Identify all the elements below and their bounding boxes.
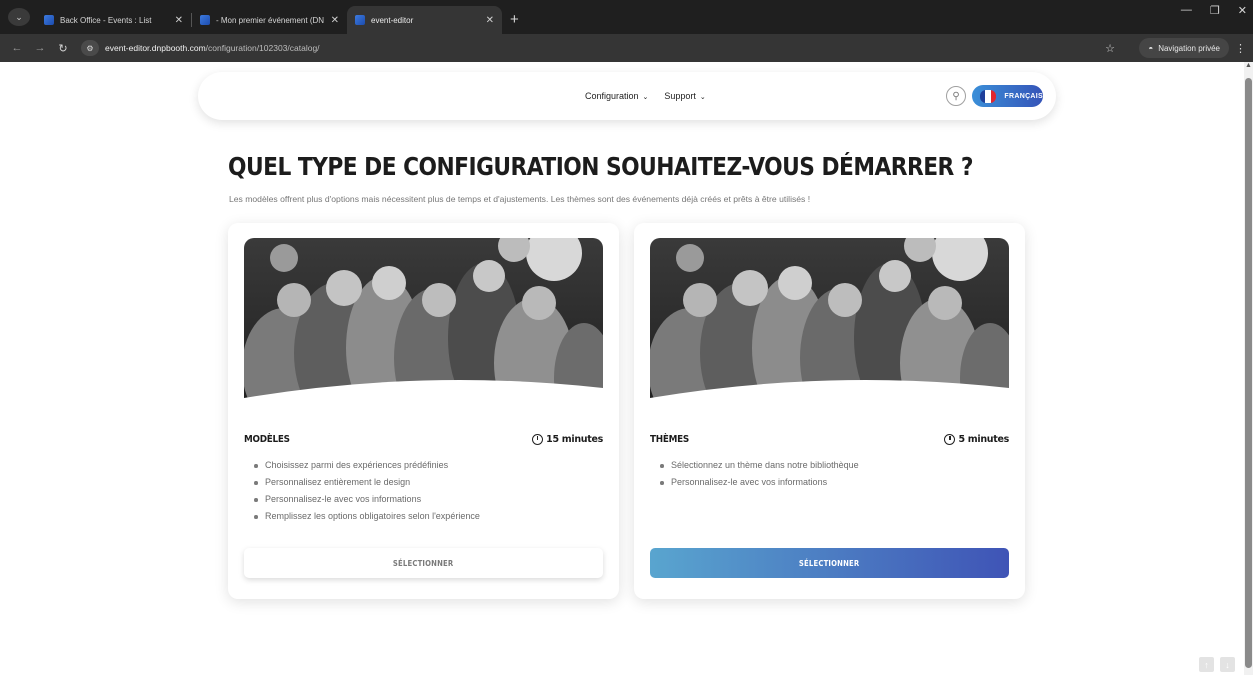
language-selector[interactable]: FRANÇAIS: [972, 85, 1043, 107]
page-title: QUEL TYPE DE CONFIGURATION SOUHAITEZ-VOU…: [228, 152, 973, 181]
nav-item-label: Configuration: [585, 91, 639, 101]
scroll-up-arrow-icon[interactable]: ↑: [1199, 657, 1214, 672]
favicon-icon: [355, 15, 365, 25]
url-field[interactable]: ⚙ event-editor.dnpbooth.com/configuratio…: [81, 37, 1081, 59]
list-item: Personnalisez-le avec vos informations: [252, 491, 480, 508]
tab-search-icon[interactable]: ⌄: [8, 8, 30, 26]
browser-menu-icon[interactable]: ⋮: [1235, 42, 1246, 55]
close-window-icon[interactable]: ✕: [1238, 4, 1247, 17]
browser-tab-bar: ⌄ Back Office - Events : List ✕ - Mon pr…: [0, 0, 1253, 34]
nav-links: Configuration ⌄ Support ⌄: [585, 91, 706, 101]
feature-list: Choisissez parmi des expériences prédéfi…: [252, 457, 480, 525]
private-browsing-badge[interactable]: ◓ Navigation privée: [1139, 38, 1229, 58]
tab-title: event-editor: [371, 15, 414, 25]
timer-icon: [532, 434, 544, 445]
timer-icon: [944, 434, 956, 445]
close-tab-icon[interactable]: ✕: [486, 15, 494, 26]
nav-item-configuration[interactable]: Configuration ⌄: [585, 91, 648, 101]
event-photo: [244, 238, 603, 416]
scroll-up-icon[interactable]: ▲: [1245, 62, 1252, 69]
card-themes: THÈMES 5 minutes Sélectionnez un thème d…: [634, 223, 1025, 599]
window-controls: — ❐ ✕: [1181, 4, 1247, 17]
private-label: Navigation privée: [1158, 43, 1220, 53]
scroll-controls: ↑ ↓: [1199, 657, 1235, 672]
nav-item-support[interactable]: Support ⌄: [664, 91, 705, 101]
browser-tab[interactable]: Back Office - Events : List ✕: [36, 6, 191, 34]
close-tab-icon[interactable]: ✕: [175, 15, 183, 26]
french-flag-icon: [980, 89, 997, 103]
user-account-icon[interactable]: ⚲: [946, 86, 966, 106]
minimize-icon[interactable]: —: [1181, 4, 1192, 17]
scroll-down-arrow-icon[interactable]: ↓: [1220, 657, 1235, 672]
forward-icon[interactable]: →: [34, 42, 46, 54]
url-host: event-editor.dnpbooth.com: [105, 43, 206, 53]
chevron-down-icon: ⌄: [697, 94, 706, 101]
new-tab-button[interactable]: +: [510, 11, 519, 28]
list-item: Personnalisez-le avec vos informations: [658, 474, 859, 491]
page-subtitle: Les modèles offrent plus d'options mais …: [229, 194, 811, 204]
address-bar-row: ← → ↻ ⚙ event-editor.dnpbooth.com/config…: [0, 34, 1253, 62]
duration-text: 15 minutes: [546, 434, 603, 445]
incognito-icon: ◓: [1148, 43, 1154, 53]
button-label: SÉLECTIONNER: [393, 558, 454, 568]
browser-tab-active[interactable]: event-editor ✕: [347, 6, 502, 34]
scrollbar-thumb[interactable]: [1245, 78, 1252, 668]
card-modeles: MODÈLES 15 minutes Choisissez parmi des …: [228, 223, 619, 599]
select-themes-button[interactable]: SÉLECTIONNER: [650, 548, 1009, 578]
top-navigation: Configuration ⌄ Support ⌄ ⚲ FRANÇAIS: [198, 72, 1056, 120]
site-info-icon[interactable]: ⚙: [81, 40, 99, 56]
list-item: Choisissez parmi des expériences prédéfi…: [252, 457, 480, 474]
tab-title: - Mon premier événement (DN: [216, 15, 325, 25]
bookmark-star-icon[interactable]: ☆: [1105, 42, 1115, 55]
duration-badge: 15 minutes: [532, 434, 603, 445]
list-item: Sélectionnez un thème dans notre bibliot…: [658, 457, 859, 474]
favicon-icon: [44, 15, 54, 25]
select-modeles-button[interactable]: SÉLECTIONNER: [244, 548, 603, 578]
button-label: SÉLECTIONNER: [799, 558, 860, 568]
browser-tab[interactable]: - Mon premier événement (DN ✕: [192, 6, 347, 34]
duration-badge: 5 minutes: [944, 434, 1009, 445]
tab-title: Back Office - Events : List: [60, 15, 152, 25]
restore-icon[interactable]: ❐: [1210, 4, 1220, 17]
language-label: FRANÇAIS: [1004, 92, 1043, 100]
chevron-down-icon: ⌄: [640, 94, 649, 101]
card-title: MODÈLES: [244, 434, 290, 445]
duration-text: 5 minutes: [958, 434, 1009, 445]
card-title: THÈMES: [650, 434, 689, 445]
nav-item-label: Support: [664, 91, 696, 101]
list-item: Personnalisez entièrement le design: [252, 474, 480, 491]
url-path: /configuration/102303/catalog/: [205, 43, 320, 53]
feature-list: Sélectionnez un thème dans notre bibliot…: [658, 457, 859, 491]
close-tab-icon[interactable]: ✕: [331, 15, 339, 26]
favicon-icon: [200, 15, 210, 25]
back-icon[interactable]: ←: [11, 42, 23, 54]
reload-icon[interactable]: ↻: [57, 42, 69, 55]
event-photo: [650, 238, 1009, 416]
list-item: Remplissez les options obligatoires selo…: [252, 508, 480, 525]
